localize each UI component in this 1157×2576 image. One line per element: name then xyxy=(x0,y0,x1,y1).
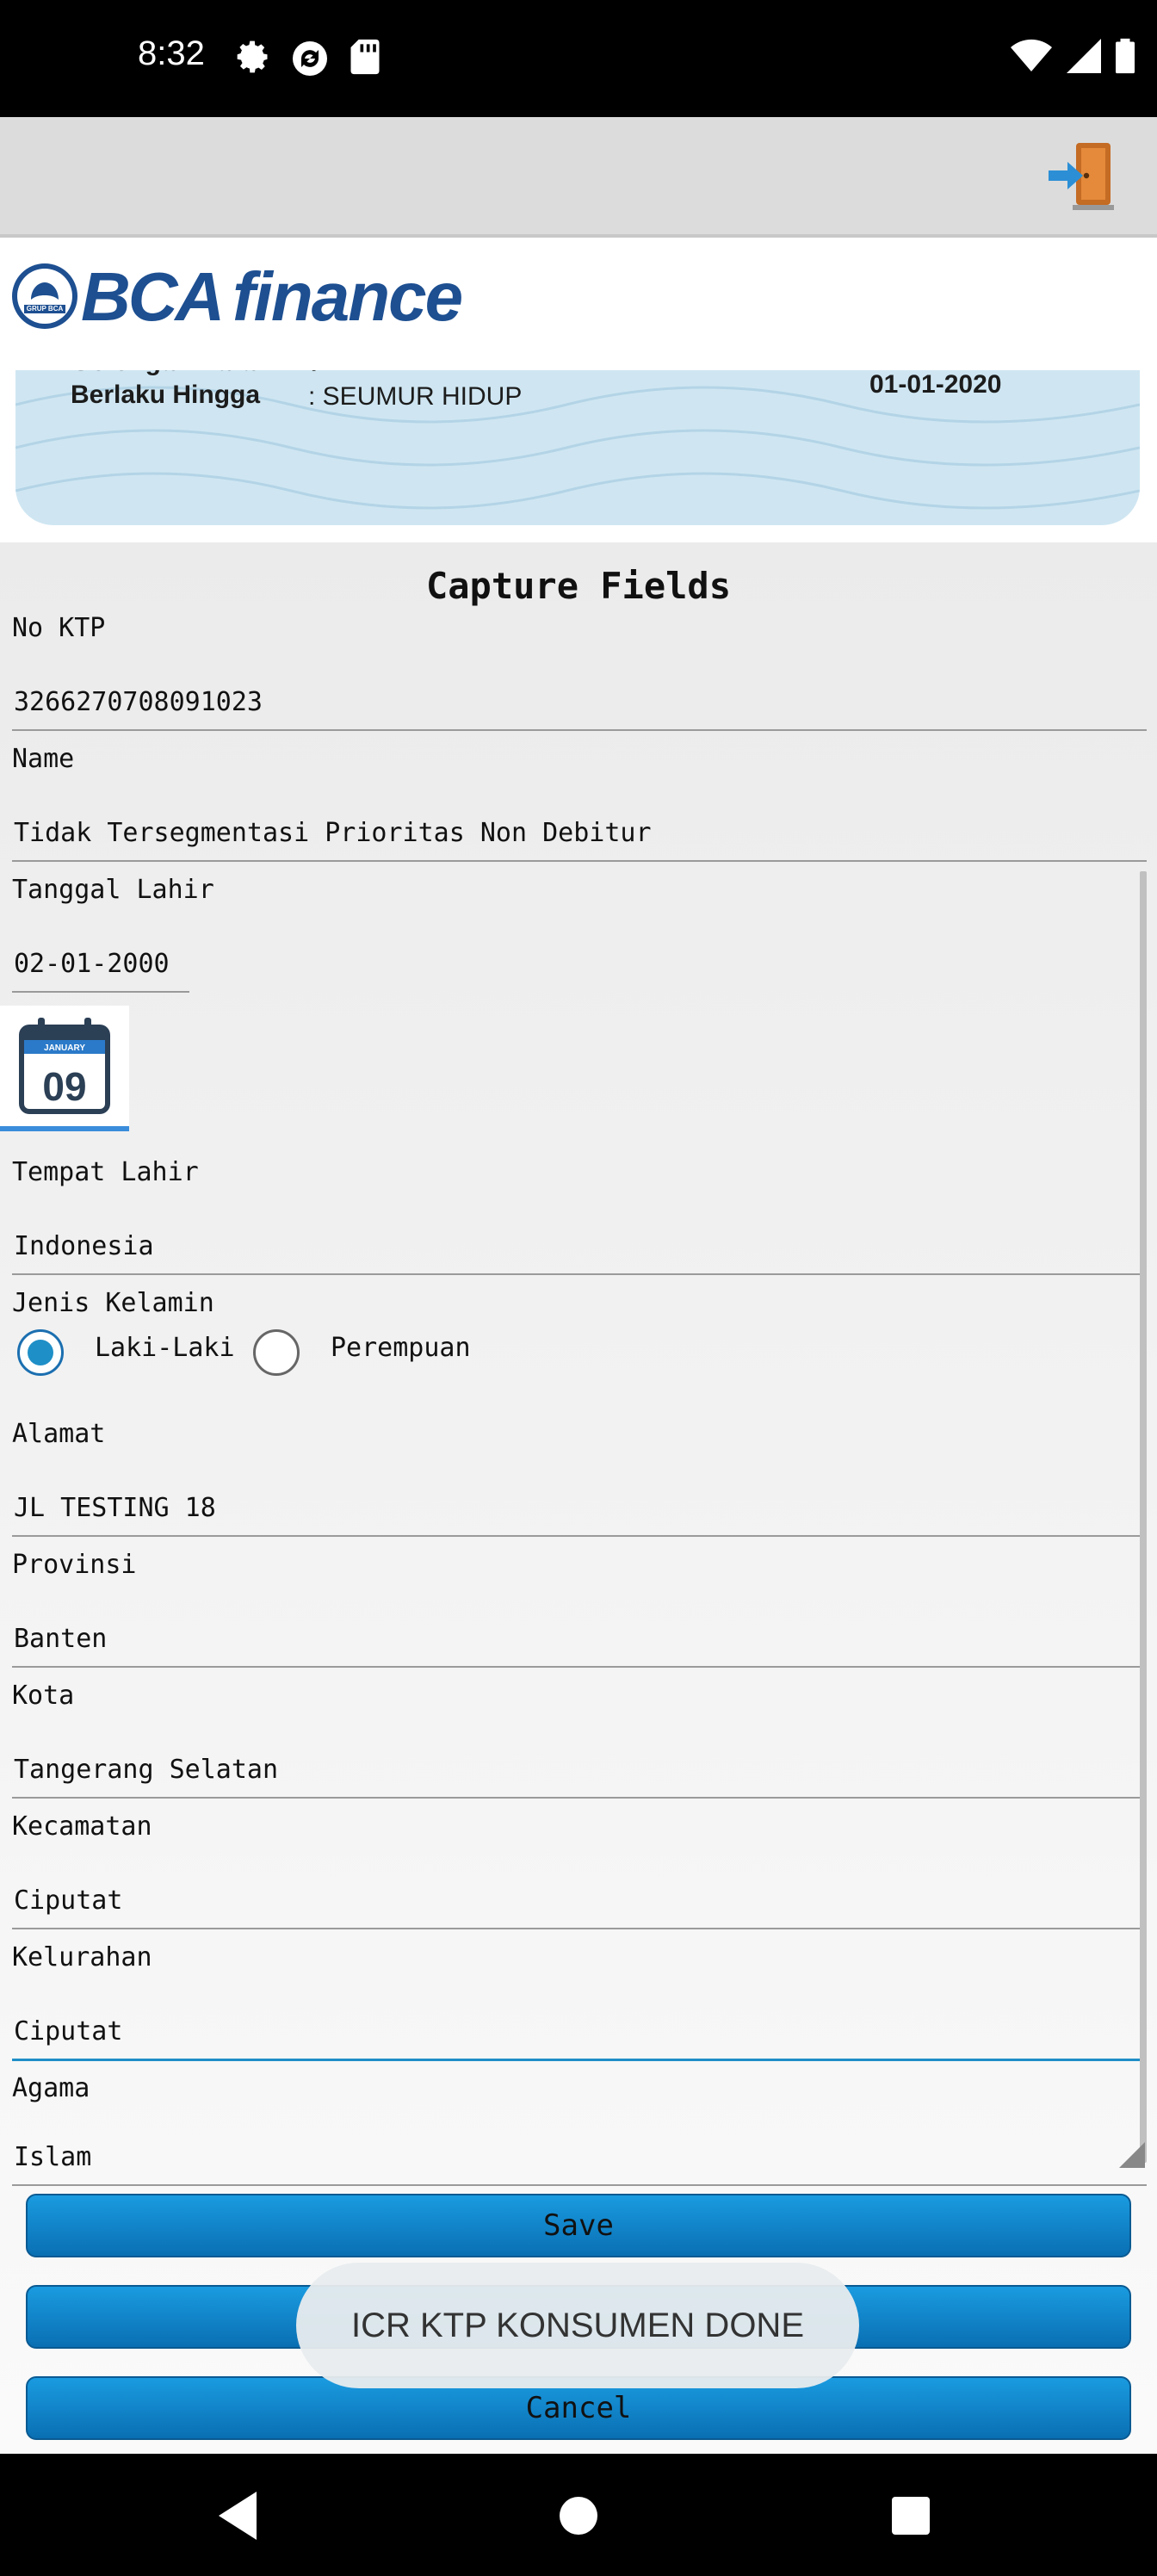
provinsi-input[interactable]: Banten xyxy=(12,1624,1147,1668)
tempat-lahir-input[interactable]: Indonesia xyxy=(12,1231,1147,1275)
gear-icon xyxy=(237,40,268,73)
name-input[interactable]: Tidak Tersegmentasi Prioritas Non Debitu… xyxy=(12,818,1147,862)
ktp-top-cut-text: Golongan Darah : A/B xyxy=(71,370,338,377)
calendar-icon: JANUARY 09 xyxy=(19,1018,110,1114)
form-title: Capture Fields xyxy=(425,565,731,607)
signal-icon xyxy=(1067,39,1101,73)
ktp-valid-value: : SEUMUR HIDUP xyxy=(308,382,523,411)
kecamatan-label: Kecamatan xyxy=(12,1811,152,1842)
ktp-image-preview: Golongan Darah : A/B Berlaku Hingga : SE… xyxy=(0,370,1157,542)
app-toolbar xyxy=(0,117,1157,238)
sync-icon xyxy=(293,41,327,76)
back-icon[interactable] xyxy=(219,2492,260,2540)
calendar-day: 09 xyxy=(42,1064,86,1109)
capture-fields-form: Capture Fields No KTP 3266270708091023 N… xyxy=(0,542,1157,2454)
brand-bar: GRUP BCA BCA finance xyxy=(0,238,1157,372)
no-ktp-input[interactable]: 3266270708091023 xyxy=(12,687,1147,731)
svg-text:finance: finance xyxy=(232,258,462,335)
status-icons-left xyxy=(234,38,382,79)
alamat-input[interactable]: JL TESTING 18 xyxy=(12,1493,1147,1537)
kota-label: Kota xyxy=(12,1681,75,1711)
kelurahan-label: Kelurahan xyxy=(12,1942,152,1972)
radio-laki-laki-label[interactable]: Laki-Laki xyxy=(95,1333,235,1363)
status-bar: 8:32 xyxy=(0,0,1157,117)
save-button[interactable]: Save xyxy=(26,2194,1131,2257)
system-nav-bar xyxy=(0,2454,1157,2576)
tanggal-lahir-label: Tanggal Lahir xyxy=(12,875,214,905)
recents-icon[interactable] xyxy=(892,2497,930,2535)
resize-grip[interactable] xyxy=(1119,2142,1145,2168)
agama-label: Agama xyxy=(12,2073,90,2103)
date-picker-button[interactable]: JANUARY 09 xyxy=(0,1006,129,1131)
jenis-kelamin-label: Jenis Kelamin xyxy=(12,1288,214,1318)
exit-door-icon xyxy=(1049,143,1114,210)
radio-perempuan-label[interactable]: Perempuan xyxy=(331,1333,471,1363)
kota-input[interactable]: Tangerang Selatan xyxy=(12,1755,1147,1799)
kelurahan-input[interactable]: Ciputat xyxy=(12,2016,1147,2061)
ktp-card: Golongan Darah : A/B Berlaku Hingga : SE… xyxy=(15,370,1140,525)
name-label: Name xyxy=(12,744,75,774)
home-icon[interactable] xyxy=(560,2497,597,2535)
provinsi-label: Provinsi xyxy=(12,1550,137,1580)
logo-sub-text: GRUP BCA xyxy=(27,305,64,313)
agama-select[interactable]: Islam xyxy=(12,2142,1147,2186)
battery-icon xyxy=(1116,38,1135,74)
radio-laki-laki[interactable] xyxy=(17,1329,64,1376)
tanggal-lahir-input[interactable]: 02-01-2000 xyxy=(12,949,189,993)
svg-text:BCA: BCA xyxy=(81,258,222,335)
bca-finance-logo: GRUP BCA BCA finance xyxy=(12,258,464,335)
kecamatan-input[interactable]: Ciputat xyxy=(12,1886,1147,1929)
wifi-icon xyxy=(1011,39,1052,71)
tempat-lahir-label: Tempat Lahir xyxy=(12,1157,199,1187)
status-time: 8:32 xyxy=(138,34,205,72)
ktp-date: 01-01-2020 xyxy=(869,370,1002,399)
sd-card-icon xyxy=(350,39,380,75)
ktp-valid-label: Berlaku Hingga xyxy=(71,381,261,409)
radio-perempuan[interactable] xyxy=(253,1329,300,1376)
calendar-month: JANUARY xyxy=(44,1043,85,1053)
status-icons-right xyxy=(1011,38,1135,74)
alamat-label: Alamat xyxy=(12,1419,106,1449)
exit-button[interactable] xyxy=(1042,138,1121,217)
no-ktp-label: No KTP xyxy=(12,613,106,643)
toast-message: ICR KTP KONSUMEN DONE xyxy=(296,2263,859,2388)
form-scrollbar[interactable] xyxy=(1140,871,1147,2163)
